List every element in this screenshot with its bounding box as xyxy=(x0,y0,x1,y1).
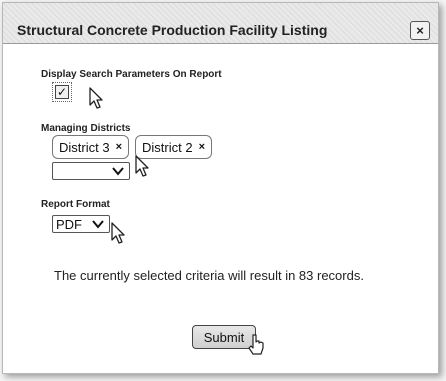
pointer-cursor-icon xyxy=(89,87,103,109)
results-count-text: The currently selected criteria will res… xyxy=(54,268,364,283)
report-format-value: PDF xyxy=(56,216,82,232)
close-icon: × xyxy=(416,23,424,38)
search-params-label: Display Search Parameters On Report xyxy=(41,69,222,80)
districts-dropdown[interactable] xyxy=(52,162,130,180)
chevron-down-icon xyxy=(92,220,104,229)
remove-tag-icon[interactable]: × xyxy=(116,141,122,153)
pointer-cursor-icon xyxy=(248,334,264,355)
remove-tag-icon[interactable]: × xyxy=(199,141,205,153)
submit-button[interactable]: Submit xyxy=(192,325,256,349)
report-format-label: Report Format xyxy=(41,199,110,210)
report-format-select[interactable]: PDF xyxy=(52,215,110,233)
district-tag: District 3 × xyxy=(52,135,129,159)
screenshot-frame: Structural Concrete Production Facility … xyxy=(0,0,446,381)
district-tag-label: District 3 xyxy=(59,139,110,155)
dialog-title: Structural Concrete Production Facility … xyxy=(17,22,328,38)
pointer-cursor-icon xyxy=(135,155,149,177)
search-params-checkbox[interactable]: ✓ xyxy=(52,82,72,102)
dialog-window: Structural Concrete Production Facility … xyxy=(2,2,439,374)
district-tag-label: District 2 xyxy=(142,139,193,155)
checkmark-icon: ✓ xyxy=(56,85,68,99)
chevron-down-icon xyxy=(112,167,124,176)
close-button[interactable]: × xyxy=(410,21,430,40)
pointer-cursor-icon xyxy=(111,222,125,244)
managing-districts-label: Managing Districts xyxy=(41,123,131,134)
dialog-titlebar: Structural Concrete Production Facility … xyxy=(3,3,438,44)
